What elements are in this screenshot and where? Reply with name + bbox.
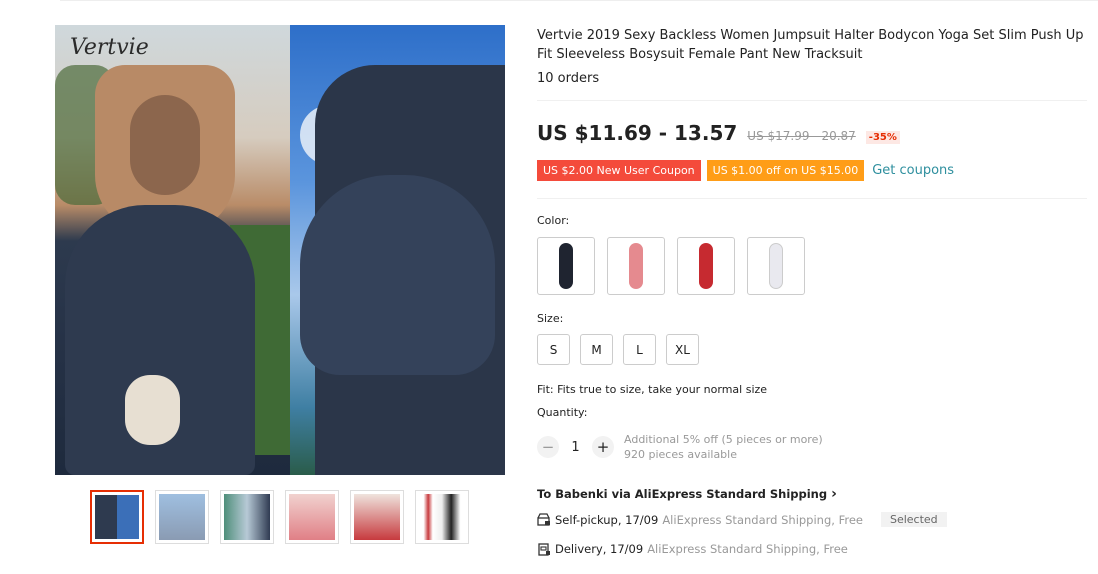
thumbnail-2[interactable] (155, 490, 209, 544)
fit-note: Fit: Fits true to size, take your normal… (537, 383, 768, 396)
color-option-black[interactable] (537, 237, 595, 295)
thumbnail-5[interactable] (350, 490, 404, 544)
delivery-option[interactable]: Delivery, 17/09 AliExpress Standard Ship… (537, 542, 848, 556)
top-divider (60, 0, 1098, 1)
ship-to-prefix: To (537, 487, 556, 501)
delivery-box-icon (537, 542, 551, 556)
order-count: 10 orders (537, 71, 600, 86)
thumbnail-strip (90, 490, 469, 544)
ship-via: via AliExpress Standard Shipping (607, 487, 828, 501)
color-figure (699, 243, 713, 289)
current-price: US $11.69 - 13.57 (537, 121, 738, 145)
size-option-s[interactable]: S (537, 334, 570, 365)
color-label: Color: (537, 214, 570, 227)
divider (537, 198, 1087, 199)
size-label: Size: (537, 312, 564, 325)
store-coupon[interactable]: US $1.00 off on US $15.00 (706, 160, 865, 181)
ship-to-name: Babenki (555, 487, 608, 501)
quantity-value[interactable]: 1 (559, 440, 592, 455)
thumbnail-4[interactable] (285, 490, 339, 544)
color-figure (559, 243, 573, 289)
color-figure (629, 243, 643, 289)
size-option-l[interactable]: L (623, 334, 656, 365)
pickup-main-text: Self-pickup, 17/09 (555, 512, 659, 527)
color-option-white[interactable] (747, 237, 805, 295)
quantity-label: Quantity: (537, 406, 588, 419)
product-photo-back-view (55, 25, 290, 475)
divider (537, 100, 1087, 101)
delivery-detail-text: AliExpress Standard Shipping, Free (647, 542, 848, 556)
size-option-xl[interactable]: XL (666, 334, 699, 365)
new-user-coupon[interactable]: US $2.00 New User Coupon (537, 160, 701, 181)
brand-watermark: Vertvie (70, 35, 149, 60)
main-product-image[interactable]: Vertvie (55, 25, 505, 475)
color-option-pink[interactable] (607, 237, 665, 295)
price-row: US $11.69 - 13.57 US $17.99 - 20.87 -35% (537, 121, 900, 145)
shipping-destination[interactable]: To Babenki via AliExpress Standard Shipp… (537, 486, 837, 502)
pickup-detail-text: AliExpress Standard Shipping, Free (662, 512, 863, 527)
discount-badge: -35% (865, 131, 900, 144)
quantity-stepper: − 1 + Additional 5% off (5 pieces or mor… (537, 432, 823, 462)
delivery-main-text: Delivery, 17/09 (555, 542, 644, 556)
self-pickup-option[interactable]: Self-pickup, 17/09 AliExpress Standard S… (537, 512, 947, 527)
color-option-red[interactable] (677, 237, 735, 295)
size-option-m[interactable]: M (580, 334, 613, 365)
color-options (537, 237, 805, 295)
original-price: US $17.99 - 20.87 (747, 129, 856, 143)
quantity-increase-button[interactable]: + (592, 436, 614, 458)
selected-badge: Selected (880, 512, 947, 527)
pickup-store-icon (537, 513, 551, 526)
thumbnail-1[interactable] (90, 490, 144, 544)
size-options: S M L XL (537, 334, 699, 365)
thumbnail-6[interactable] (415, 490, 469, 544)
get-coupons-link[interactable]: Get coupons (872, 163, 954, 178)
quantity-info: Additional 5% off (5 pieces or more) 920… (624, 432, 823, 462)
quantity-decrease-button[interactable]: − (537, 436, 559, 458)
product-photo-side-view (290, 25, 505, 475)
coupon-row: US $2.00 New User Coupon US $1.00 off on… (537, 160, 954, 181)
bulk-discount-note: Additional 5% off (5 pieces or more) (624, 433, 823, 446)
chevron-right-icon: › (831, 486, 837, 502)
thumbnail-3[interactable] (220, 490, 274, 544)
product-title: Vertvie 2019 Sexy Backless Women Jumpsui… (537, 28, 1084, 62)
stock-note: 920 pieces available (624, 448, 737, 461)
color-figure (769, 243, 783, 289)
